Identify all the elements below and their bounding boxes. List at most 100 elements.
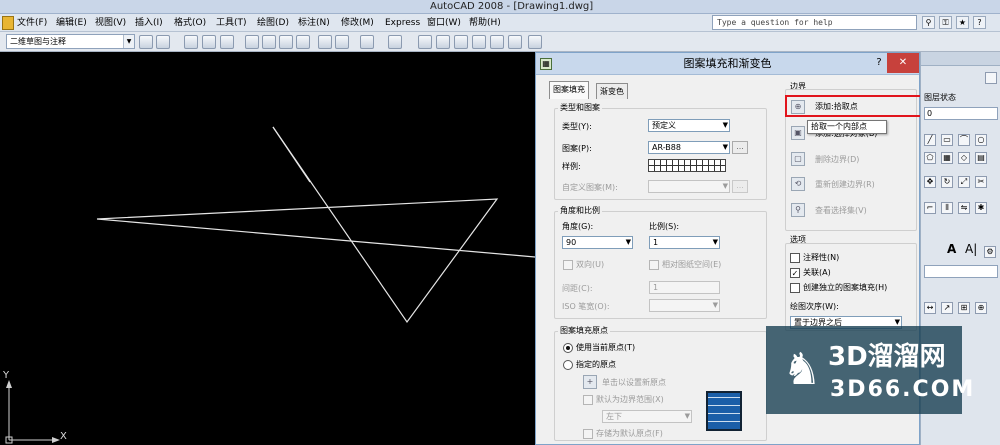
text-tool-label[interactable]: A <box>947 243 956 255</box>
workspace-select[interactable]: 二维草图与注释 ▼ <box>6 34 135 49</box>
separate-hatch-checkbox[interactable] <box>790 283 800 293</box>
properties-icon[interactable] <box>472 35 486 49</box>
rotate-tool-icon[interactable]: ↻ <box>941 176 953 188</box>
app-menu-icon[interactable] <box>2 16 14 30</box>
menu-dimension[interactable]: 标注(N) <box>298 14 330 32</box>
layer-icon[interactable] <box>985 72 997 84</box>
associative-checkbox[interactable]: ✓ <box>790 268 800 278</box>
default-boundary-checkbox[interactable] <box>583 395 593 405</box>
line-tool-icon[interactable]: ╱ <box>924 134 936 146</box>
view-selection-button[interactable]: 查看选择集(V) <box>815 205 867 216</box>
favorites-star-icon[interactable]: ★ <box>956 16 969 29</box>
toolbar-help-icon[interactable] <box>528 35 542 49</box>
mtext-tool-label[interactable]: A| <box>965 243 977 255</box>
tolerance-tool-icon[interactable]: ⊞ <box>958 302 970 314</box>
open-file-icon[interactable] <box>202 35 216 49</box>
watermark-cn: 3D溜溜网 <box>828 342 946 372</box>
text-style-icon[interactable]: ⚙ <box>984 246 996 258</box>
origin-preview-image <box>706 391 742 431</box>
menu-express[interactable]: Express <box>385 14 420 32</box>
region-tool-icon[interactable]: ◇ <box>958 152 970 164</box>
help-search-input[interactable]: Type a question for help <box>712 15 917 30</box>
save-icon[interactable] <box>220 35 234 49</box>
key-icon[interactable]: ⚿ <box>939 16 952 29</box>
origin-position-select[interactable]: 左下 ▼ <box>602 410 692 423</box>
leader-tool-icon[interactable]: ↗ <box>941 302 953 314</box>
set-origin-icon[interactable]: + <box>583 375 597 389</box>
3d-dwf-icon[interactable] <box>296 35 310 49</box>
move-tool-icon[interactable]: ✥ <box>924 176 936 188</box>
annotative-checkbox[interactable] <box>790 253 800 263</box>
menu-draw[interactable]: 绘图(D) <box>257 14 289 32</box>
mirror-tool-icon[interactable]: ⇋ <box>958 202 970 214</box>
workspace-settings-icon[interactable] <box>139 35 153 49</box>
arc-tool-icon[interactable]: ⌒ <box>958 134 970 146</box>
relative-paper-label: 相对图纸空间(E) <box>662 260 722 269</box>
menu-window[interactable]: 窗口(W) <box>427 14 461 32</box>
pan-icon[interactable] <box>418 35 432 49</box>
specified-origin-radio[interactable] <box>563 360 573 370</box>
cut-icon[interactable] <box>318 35 332 49</box>
custom-pattern-select[interactable]: ▼ <box>648 180 730 193</box>
recreate-boundary-button[interactable]: 重新创建边界(R) <box>815 179 875 190</box>
scale-tool-icon[interactable]: ⤢ <box>958 176 970 188</box>
trim-tool-icon[interactable]: ✂ <box>975 176 987 188</box>
dialog-close-button[interactable]: ✕ <box>887 53 919 73</box>
zoom-icon[interactable] <box>436 35 450 49</box>
design-center-icon[interactable] <box>490 35 504 49</box>
hatch-tool-icon[interactable]: ▦ <box>941 152 953 164</box>
menu-edit[interactable]: 编辑(E) <box>56 14 87 32</box>
explode-tool-icon[interactable]: ✱ <box>975 202 987 214</box>
polygon-tool-icon[interactable]: ⬠ <box>924 152 936 164</box>
publish-icon[interactable] <box>279 35 293 49</box>
type-select[interactable]: 预定义 ▼ <box>648 119 730 132</box>
table-tool-icon[interactable]: ▤ <box>975 152 987 164</box>
new-file-icon[interactable] <box>184 35 198 49</box>
menu-file[interactable]: 文件(F) <box>17 14 47 32</box>
search-icon[interactable]: ⚲ <box>922 16 935 29</box>
print-preview-icon[interactable] <box>262 35 276 49</box>
dimension-tool-icon[interactable]: ↔ <box>924 302 936 314</box>
iso-pen-select[interactable]: ▼ <box>649 299 720 312</box>
circle-tool-icon[interactable]: ○ <box>975 134 987 146</box>
use-current-origin-radio[interactable] <box>563 343 573 353</box>
tab-gradient[interactable]: 渐变色 <box>596 83 628 99</box>
help-icon[interactable]: ? <box>973 16 986 29</box>
undo-icon[interactable] <box>360 35 374 49</box>
menu-tools[interactable]: 工具(T) <box>216 14 247 32</box>
pattern-browse-button[interactable]: ... <box>732 141 748 154</box>
offset-tool-icon[interactable]: ⫴ <box>941 202 953 214</box>
tab-hatch[interactable]: 图案填充 <box>549 81 589 99</box>
scale-select[interactable]: 1 ▼ <box>649 236 720 249</box>
drawing-canvas[interactable]: Y X <box>0 52 535 445</box>
center-mark-icon[interactable]: ⊕ <box>975 302 987 314</box>
text-style-select[interactable] <box>924 265 998 278</box>
angle-select[interactable]: 90 ▼ <box>562 236 633 249</box>
spacing-input[interactable]: 1 <box>649 281 720 294</box>
zoom-window-icon[interactable] <box>454 35 468 49</box>
workspace-toggle-icon[interactable] <box>156 35 170 49</box>
menu-insert[interactable]: 插入(I) <box>135 14 163 32</box>
rectangle-tool-icon[interactable]: ▭ <box>941 134 953 146</box>
print-icon[interactable] <box>245 35 259 49</box>
type-pattern-heading: 类型和图案 <box>558 103 602 113</box>
double-checkbox[interactable] <box>563 260 573 270</box>
layer-select[interactable]: 0 <box>924 107 998 120</box>
fillet-tool-icon[interactable]: ⌐ <box>924 202 936 214</box>
store-default-checkbox[interactable] <box>583 429 593 439</box>
pattern-select[interactable]: AR-B88 ▼ <box>648 141 730 154</box>
star-drawing <box>5 126 535 444</box>
pattern-swatch[interactable] <box>648 159 726 172</box>
remove-boundary-button[interactable]: 删除边界(D) <box>815 154 859 165</box>
dialog-title-bar[interactable]: ▦ 图案填充和渐变色 ? ✕ <box>536 53 919 75</box>
calculator-icon[interactable] <box>508 35 522 49</box>
custom-browse-button[interactable]: ... <box>732 180 748 193</box>
dialog-help-button[interactable]: ? <box>872 55 886 71</box>
menu-view[interactable]: 视图(V) <box>95 14 126 32</box>
menu-format[interactable]: 格式(O) <box>174 14 206 32</box>
match-properties-icon[interactable] <box>335 35 349 49</box>
redo-icon[interactable] <box>388 35 402 49</box>
menu-modify[interactable]: 修改(M) <box>341 14 374 32</box>
relative-paper-checkbox[interactable] <box>649 260 659 270</box>
menu-help[interactable]: 帮助(H) <box>469 14 501 32</box>
